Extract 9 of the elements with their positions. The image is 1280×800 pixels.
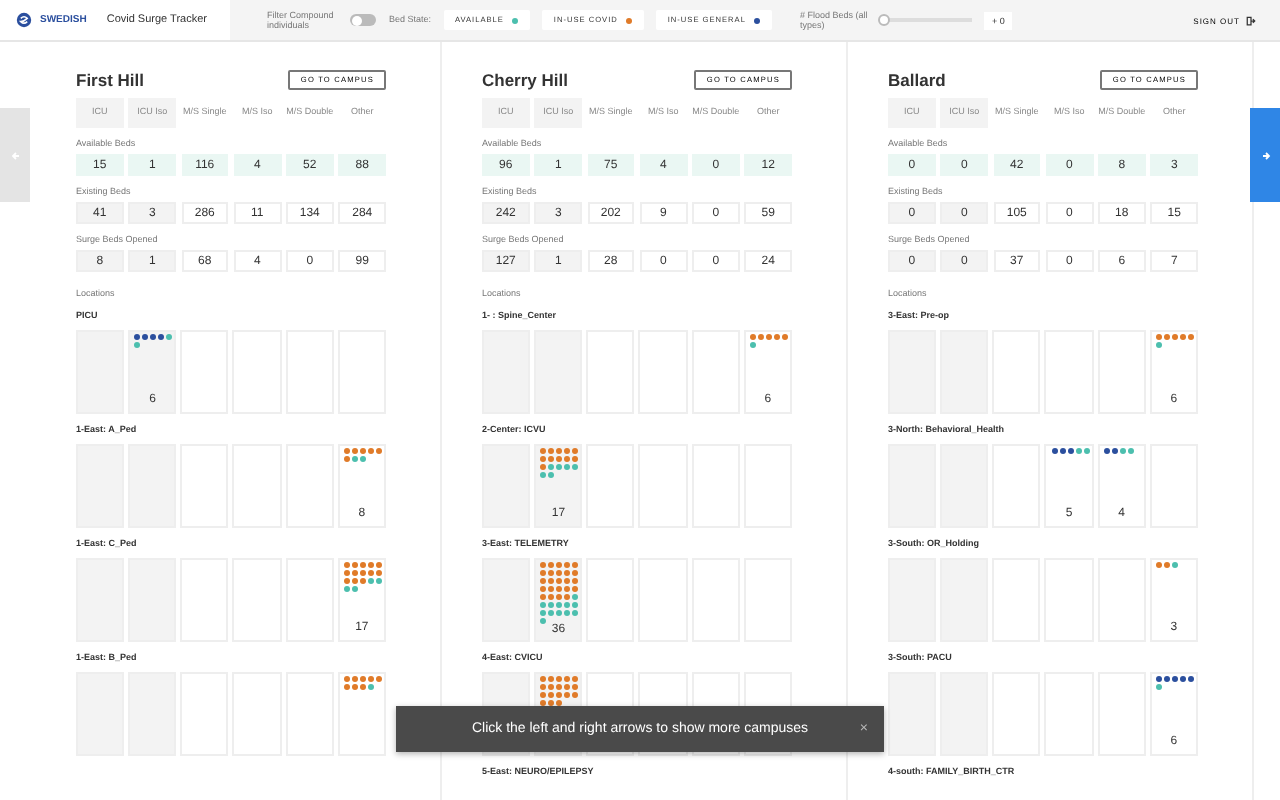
campus-name: Cherry Hill — [482, 70, 568, 90]
exit-icon — [1246, 15, 1256, 25]
filter-toggle[interactable] — [350, 14, 377, 26]
campus-name: First Hill — [76, 70, 145, 90]
arrow-right-icon — [1259, 149, 1271, 161]
logo-icon — [16, 12, 32, 28]
bed-column — [888, 672, 937, 756]
arrow-left-icon — [9, 149, 21, 161]
campus-name: Ballard — [888, 70, 946, 90]
